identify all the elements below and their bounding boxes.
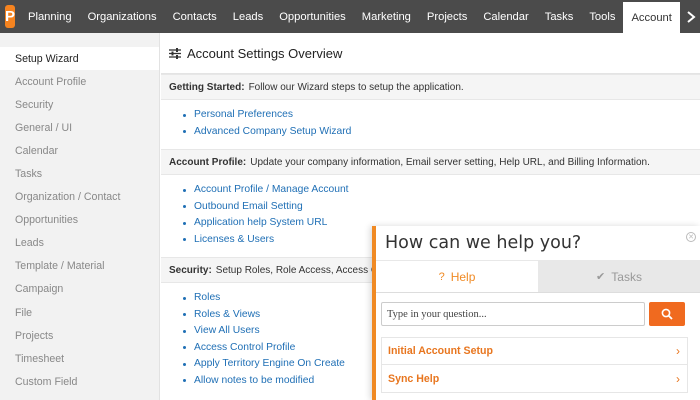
page-title: Account Settings Overview — [187, 45, 343, 61]
help-search-row — [376, 293, 700, 334]
section-description: Update your company information, Email s… — [250, 156, 650, 168]
bullet — [183, 362, 186, 366]
nav-item-planning[interactable]: Planning — [20, 0, 80, 33]
help-search-input[interactable] — [381, 302, 645, 326]
help-articles: Initial Account Setup › Sync Help › — [376, 334, 700, 393]
link-label[interactable]: Allow notes to be modified — [194, 373, 314, 390]
nav-item-projects[interactable]: Projects — [419, 0, 475, 33]
bullet — [183, 221, 186, 225]
tab-label: Tasks — [611, 269, 642, 284]
tab-help[interactable]: ? Help — [376, 261, 538, 292]
bullet — [183, 188, 186, 192]
bullet — [183, 238, 186, 242]
section-heading: Security: — [169, 264, 212, 276]
link-label[interactable]: Advanced Company Setup Wizard — [194, 124, 351, 141]
link-account-profile-manage[interactable]: Account Profile / Manage Account — [183, 182, 700, 199]
sidebar-item-campaign[interactable]: Campaign — [0, 278, 159, 301]
tab-tasks[interactable]: ✔ Tasks — [538, 261, 700, 292]
help-widget-title: How can we help you? — [376, 226, 700, 261]
help-article-initial-setup[interactable]: Initial Account Setup › — [381, 337, 688, 365]
overview-header: Account Settings Overview — [161, 33, 700, 74]
section-heading: Account Profile: — [169, 156, 247, 168]
bullet — [183, 313, 186, 317]
sidebar-item-general-ui[interactable]: General / UI — [0, 116, 159, 139]
sliders-icon — [169, 47, 181, 59]
sidebar-item-opportunities[interactable]: Opportunities — [0, 209, 159, 232]
chevron-right-icon: › — [676, 371, 680, 386]
sidebar-item-organization-contact[interactable]: Organization / Contact — [0, 186, 159, 209]
bullet — [183, 113, 186, 117]
link-label[interactable]: Access Control Profile — [194, 340, 295, 357]
tab-label: Help — [450, 269, 476, 284]
link-label[interactable]: Roles — [194, 290, 220, 307]
sidebar-item-security[interactable]: Security — [0, 93, 159, 116]
bullet — [183, 205, 186, 209]
nav-item-organizations[interactable]: Organizations — [80, 0, 165, 33]
sidebar-item-leads[interactable]: Leads — [0, 232, 159, 255]
nav-item-tools[interactable]: Tools — [581, 0, 623, 33]
section-header-account-profile: Account Profile: Update your company inf… — [161, 149, 700, 175]
link-label[interactable]: Personal Preferences — [194, 107, 293, 124]
chevron-right-icon: › — [676, 344, 680, 358]
close-icon[interactable]: ✕ — [686, 232, 696, 242]
link-label[interactable]: Roles & Views — [194, 307, 260, 324]
help-article-sync-help[interactable]: Sync Help › — [381, 365, 688, 393]
nav-item-calendar[interactable]: Calendar — [475, 0, 536, 33]
link-label[interactable]: View All Users — [194, 323, 260, 340]
bullet — [183, 329, 186, 333]
bullet — [183, 346, 186, 350]
nav-item-tasks[interactable]: Tasks — [537, 0, 582, 33]
sidebar-item-calendar[interactable]: Calendar — [0, 139, 159, 162]
sidebar-item-tasks[interactable]: Tasks — [0, 162, 159, 185]
sidebar-item-projects[interactable]: Projects — [0, 324, 159, 347]
nav-item-opportunities[interactable]: Opportunities — [271, 0, 354, 33]
sidebar-item-setup-wizard[interactable]: Setup Wizard — [0, 47, 159, 71]
link-advanced-setup-wizard[interactable]: Advanced Company Setup Wizard — [183, 124, 700, 141]
section-description: Follow our Wizard steps to setup the app… — [248, 81, 464, 93]
nav-item-leads[interactable]: Leads — [225, 0, 271, 33]
link-label[interactable]: Licenses & Users — [194, 232, 274, 249]
section-heading: Getting Started: — [169, 81, 245, 93]
help-tabs: ? Help ✔ Tasks — [376, 261, 700, 293]
nav-item-marketing[interactable]: Marketing — [354, 0, 419, 33]
help-search-button[interactable] — [649, 302, 685, 326]
bullet — [183, 379, 186, 383]
search-icon — [661, 308, 673, 320]
sidebar-item-file[interactable]: File — [0, 301, 159, 324]
bullet — [183, 130, 186, 134]
link-label[interactable]: Apply Territory Engine On Create — [194, 356, 345, 373]
help-widget: How can we help you? ✕ ? Help ✔ Tasks In… — [372, 226, 700, 400]
sidebar-item-template-material[interactable]: Template / Material — [0, 255, 159, 278]
link-outbound-email[interactable]: Outbound Email Setting — [183, 199, 700, 216]
nav-item-contacts[interactable]: Contacts — [165, 0, 225, 33]
question-icon: ? — [438, 270, 445, 283]
bullet — [183, 296, 186, 300]
link-personal-preferences[interactable]: Personal Preferences — [183, 107, 700, 124]
sidebar-list: Setup Wizard Account Profile Security Ge… — [0, 47, 159, 393]
nav-items: Planning Organizations Contacts Leads Op… — [20, 0, 680, 33]
sidebar-item-account-profile[interactable]: Account Profile — [0, 70, 159, 93]
section-links-getting-started: Personal Preferences Advanced Company Se… — [161, 100, 700, 149]
section-header-getting-started: Getting Started: Follow our Wizard steps… — [161, 74, 700, 100]
check-icon: ✔ — [596, 271, 606, 283]
sidebar-item-custom-field[interactable]: Custom Field — [0, 370, 159, 393]
chevron-right-icon[interactable] — [680, 0, 700, 33]
link-label[interactable]: Outbound Email Setting — [194, 199, 303, 216]
article-label: Initial Account Setup — [388, 345, 493, 357]
link-label[interactable]: Account Profile / Manage Account — [194, 182, 349, 199]
section-description: Setup Roles, Role Access, Access C — [215, 264, 379, 276]
top-nav: P Planning Organizations Contacts Leads … — [0, 0, 700, 33]
sidebar-item-timesheet[interactable]: Timesheet — [0, 347, 159, 370]
nav-item-account[interactable]: Account — [623, 0, 680, 33]
article-label: Sync Help — [388, 372, 440, 385]
link-label[interactable]: Application help System URL — [194, 215, 327, 232]
app-logo[interactable]: P — [5, 5, 16, 28]
sidebar: Setup Wizard Account Profile Security Ge… — [0, 33, 160, 400]
